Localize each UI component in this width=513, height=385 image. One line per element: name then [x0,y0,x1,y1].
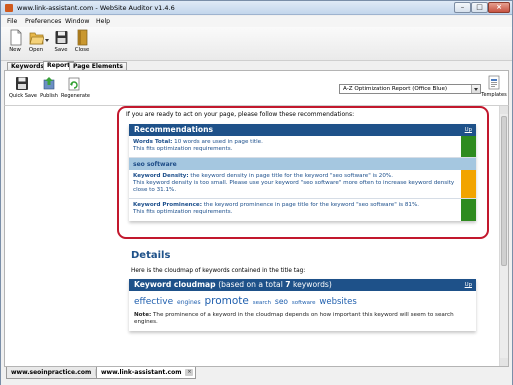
main-toolbar: New Open Save Close [1,27,512,61]
menu-bar: File Preferences Window Help [1,16,512,27]
templates-icon [488,75,500,90]
cloud-word: software [291,300,316,306]
details-description: Here is the cloudmap of keywords contain… [131,268,306,274]
templates-button[interactable]: Templates [481,75,507,98]
regenerate-icon [68,77,80,91]
report-document: If you are ready to act on your page, pl… [5,106,500,366]
recommendations-header: Recommendations Up [129,124,476,136]
menu-preferences[interactable]: Preferences [25,18,61,25]
close-window-button[interactable]: × [488,2,510,13]
template-select[interactable]: A-Z Optimization Report (Office Blue) [339,84,481,94]
cloud-word: websites [319,297,357,307]
cloud-word: seo [274,297,289,306]
cloudmap-note: Note: The prominence of a keyword in the… [134,312,454,325]
quick-save-icon [16,77,28,90]
keyword-density-row: Keyword Density: the keyword density in … [129,170,476,199]
folder-open-icon [29,32,44,45]
quick-save-button[interactable]: Quick Save [9,76,37,99]
app-window: www.link-assistant.com - WebSite Auditor… [0,0,513,385]
project-tab-seoinpractice[interactable]: www.seoinpractice.com × [6,367,107,379]
details-heading: Details [131,250,171,261]
scroll-up-button[interactable] [500,106,508,114]
open-button[interactable]: Open [26,29,46,59]
app-icon [5,4,13,12]
keyword-cloudmap-card: Keyword cloudmap (based on a total 7 key… [129,279,476,331]
status-ok-indicator [461,199,476,221]
scroll-down-button[interactable] [500,358,508,366]
new-document-icon [10,29,21,46]
publish-button[interactable]: Publish [36,76,62,99]
words-total-row: Words Total: 10 words are used in page t… [129,136,476,158]
project-tab-link-assistant[interactable]: www.link-assistant.com × [96,367,197,379]
title-bar: www.link-assistant.com - WebSite Auditor… [1,1,512,15]
floppy-disk-icon [55,31,67,44]
minimize-button[interactable]: – [454,2,471,13]
keyword-prominence-row: Keyword Prominence: the keyword prominen… [129,199,476,221]
save-button[interactable]: Save [51,29,71,59]
cloudmap-header: Keyword cloudmap (based on a total 7 key… [129,279,476,291]
menu-help[interactable]: Help [96,18,110,25]
cloud-word: engines [177,299,201,306]
scroll-thumb[interactable] [501,116,507,266]
report-viewport[interactable]: If you are ready to act on your page, pl… [4,105,509,367]
status-warning-indicator [461,170,476,198]
close-button[interactable]: Close [72,29,92,59]
maximize-button[interactable]: □ [471,2,488,13]
cloud-word: effective [134,297,174,307]
recommendations-up-link[interactable]: Up [465,124,472,136]
cloudmap-up-link[interactable]: Up [465,279,472,291]
report-toolbar: Quick Save Publish Regenerate A-Z Optimi… [4,70,509,106]
window-title: www.link-assistant.com - WebSite Auditor… [17,4,175,12]
close-folder-icon [77,29,87,46]
intro-text: If you are ready to act on your page, pl… [126,111,355,118]
chevron-down-icon[interactable] [471,85,480,93]
menu-file[interactable]: File [7,18,17,25]
recommendations-card: Recommendations Up Words Total: 10 words… [129,124,476,221]
project-tabs: www.seoinpractice.com × www.link-assista… [1,367,512,385]
publish-icon [43,77,55,90]
cloud-word: search [252,300,272,306]
keyword-cloud: effective engines promote search seo sof… [134,296,471,309]
open-dropdown-arrow-icon[interactable] [45,39,49,42]
status-ok-indicator [461,136,476,157]
cloud-word: promote [204,295,249,307]
keyword-group-row: seo software [129,158,476,170]
vertical-scrollbar[interactable] [499,106,508,366]
cloudmap-body: effective engines promote search seo sof… [129,291,476,331]
close-icon[interactable]: × [185,369,194,376]
regenerate-button[interactable]: Regenerate [61,76,90,99]
new-button[interactable]: New [5,29,25,59]
menu-window[interactable]: Window [65,18,89,25]
